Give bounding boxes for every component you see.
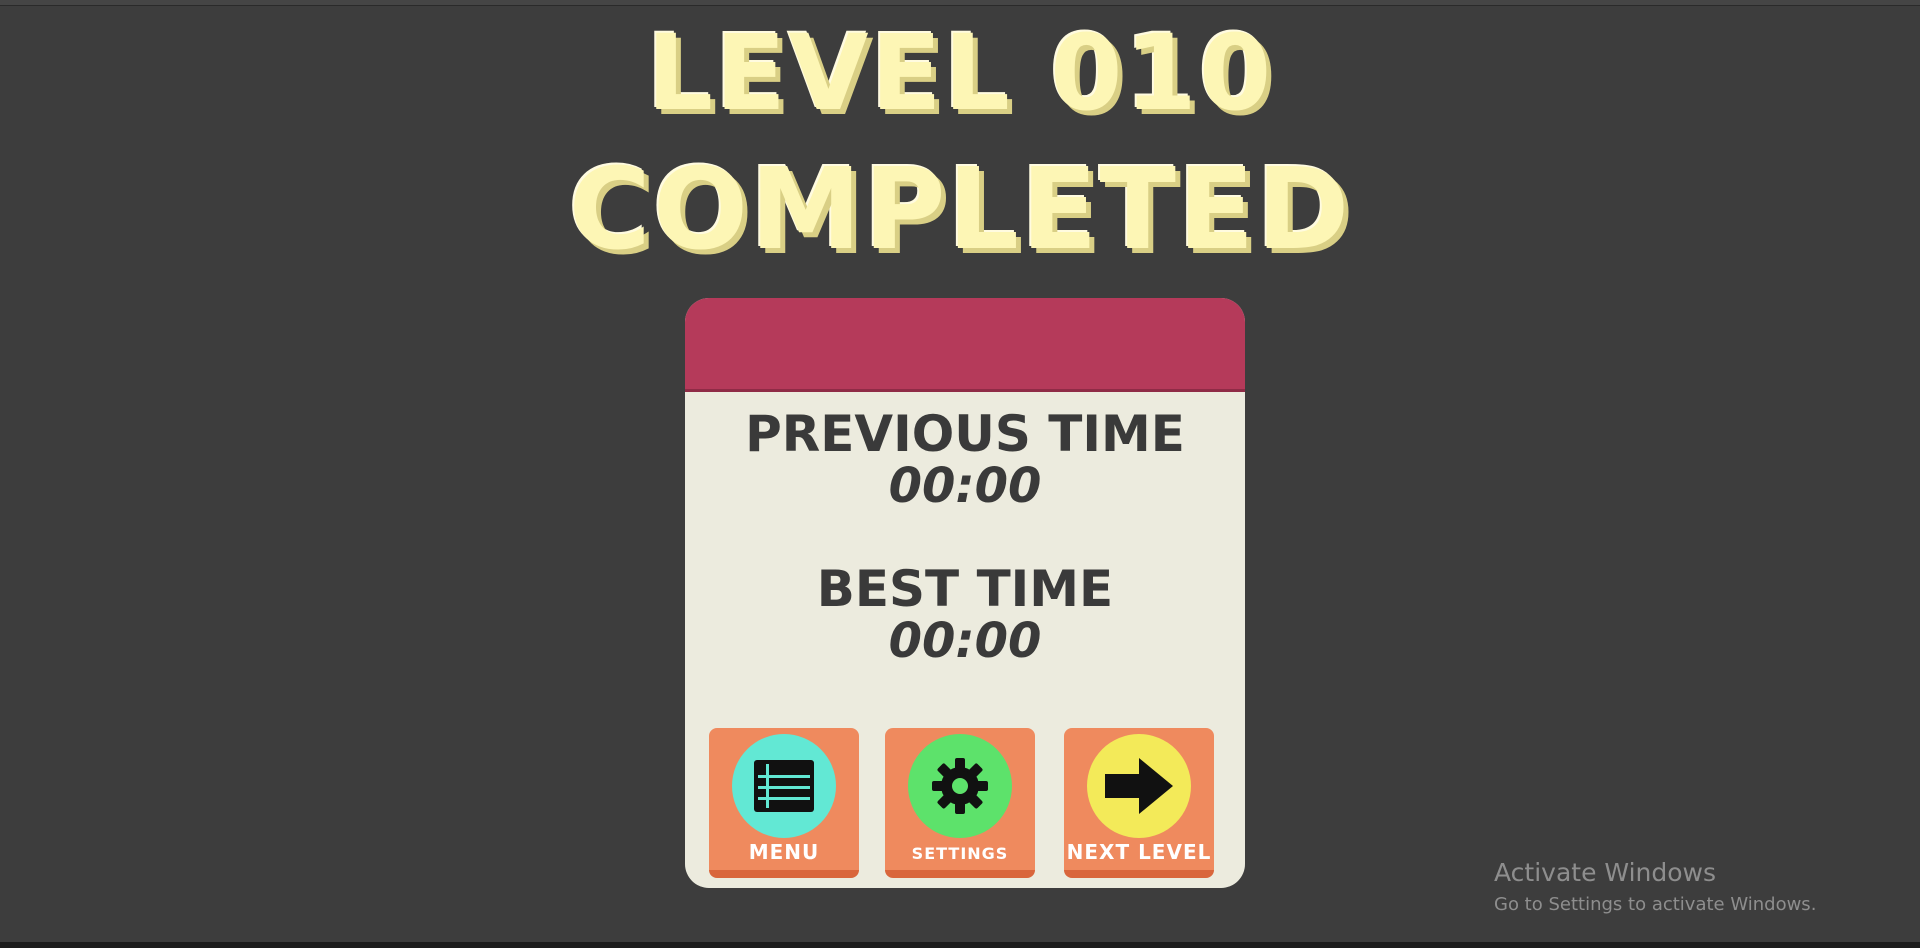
best-time-value: 00:00 xyxy=(888,613,1042,669)
settings-button-label: SETTINGS xyxy=(911,844,1009,863)
results-panel: PREVIOUS TIME 00:00 BEST TIME 00:00 MENU xyxy=(685,298,1245,888)
settings-icon-circle xyxy=(908,734,1012,838)
gear-icon xyxy=(932,758,988,814)
window-top-strip xyxy=(0,0,1920,6)
completed-title: COMPLETED xyxy=(568,145,1352,275)
menu-button-label: MENU xyxy=(748,840,820,864)
watermark-title: Activate Windows xyxy=(1494,858,1716,887)
previous-time-value: 00:00 xyxy=(888,458,1042,514)
watermark-subtitle: Go to Settings to activate Windows. xyxy=(1494,894,1817,915)
next-level-button[interactable]: NEXT LEVEL xyxy=(1064,728,1214,878)
settings-button[interactable]: SETTINGS xyxy=(885,728,1035,878)
arrow-right-icon xyxy=(1105,758,1173,814)
menu-icon-circle xyxy=(732,734,836,838)
list-icon xyxy=(754,760,814,812)
activate-windows-watermark: Activate Windows Go to Settings to activ… xyxy=(1494,856,1816,918)
level-title: LEVEL 010 xyxy=(646,12,1274,134)
next-level-button-label: NEXT LEVEL xyxy=(1066,840,1212,864)
best-time-label: BEST TIME xyxy=(816,560,1114,618)
panel-header xyxy=(685,298,1245,392)
next-icon-circle xyxy=(1087,734,1191,838)
previous-time-label: PREVIOUS TIME xyxy=(745,405,1185,463)
window-bottom-strip xyxy=(0,942,1920,948)
menu-button[interactable]: MENU xyxy=(709,728,859,878)
